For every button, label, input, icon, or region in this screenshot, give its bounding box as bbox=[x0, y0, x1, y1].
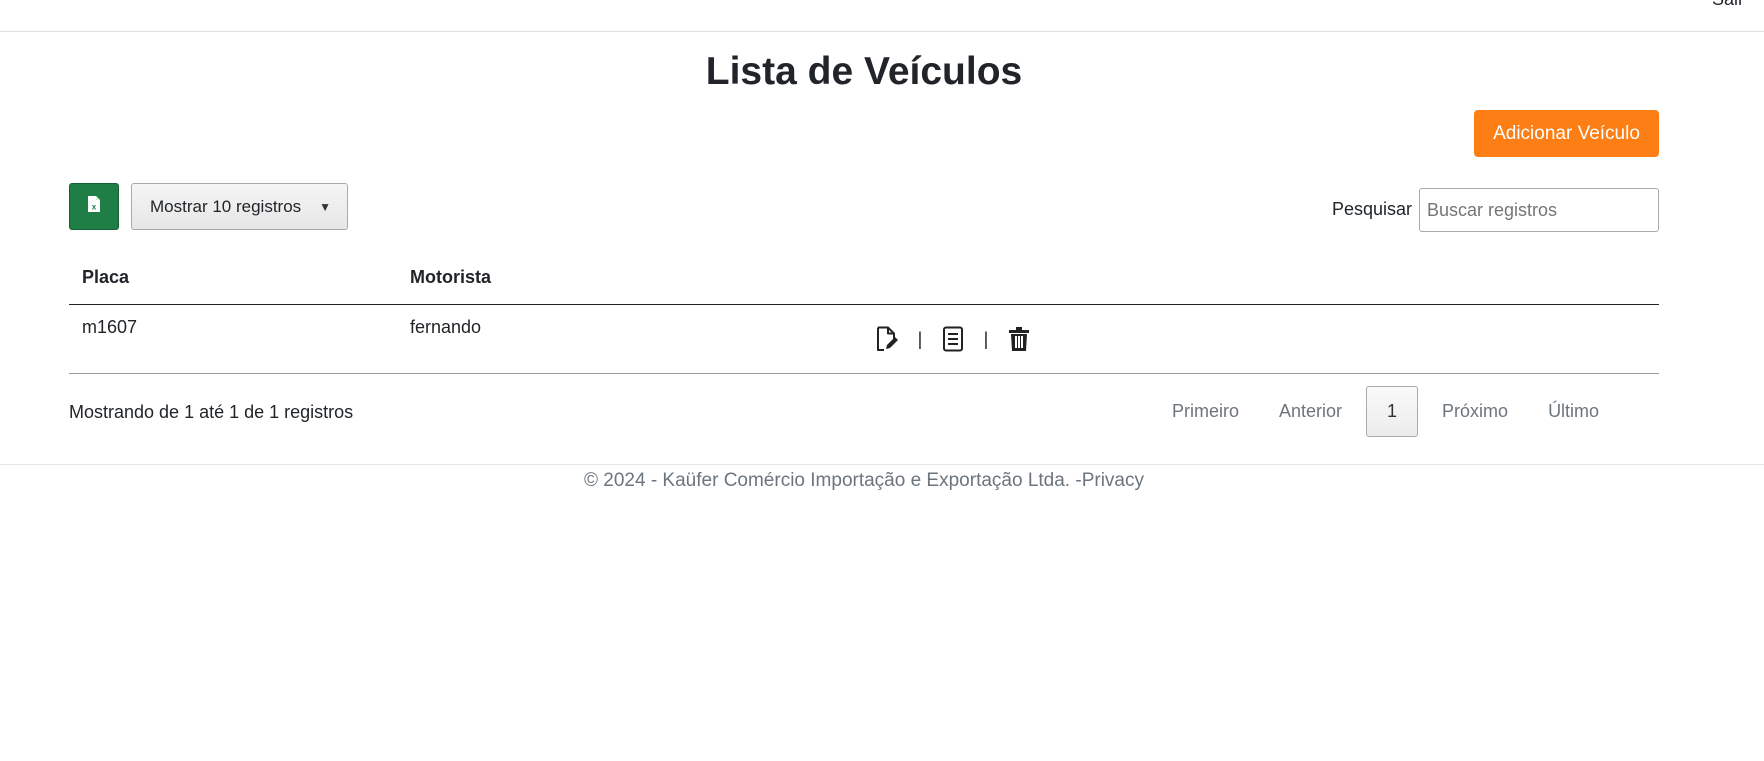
pagination-first[interactable]: Primeiro bbox=[1152, 386, 1259, 437]
search-input[interactable] bbox=[1419, 188, 1659, 232]
details-document-icon[interactable] bbox=[940, 325, 966, 353]
copyright-text: © 2024 - Kaüfer Comércio Importação e Ex… bbox=[584, 470, 1082, 491]
table-header-row: Placa Motorista bbox=[69, 258, 1659, 305]
cell-placa: m1607 bbox=[82, 317, 138, 337]
export-excel-button[interactable]: x bbox=[69, 183, 119, 230]
cell-motorista: fernando bbox=[410, 317, 482, 337]
logout-link[interactable]: Sair bbox=[1712, 0, 1744, 10]
action-separator: | bbox=[983, 328, 989, 349]
page-length-label: Mostrar 10 registros bbox=[150, 196, 302, 216]
privacy-link[interactable]: Privacy bbox=[1082, 470, 1144, 491]
table-info-text: Mostrando de 1 até 1 de 1 registros bbox=[69, 402, 354, 422]
edit-document-icon[interactable] bbox=[874, 325, 900, 353]
column-header-placa[interactable]: Placa bbox=[82, 267, 129, 288]
table-row: m1607 fernando | | bbox=[69, 305, 1659, 374]
pagination-next[interactable]: Próximo bbox=[1422, 386, 1528, 437]
svg-text:x: x bbox=[92, 203, 97, 212]
footer-text: © 2024 - Kaüfer Comércio Importação e Ex… bbox=[0, 470, 1728, 492]
top-navbar: Sair bbox=[0, 0, 1764, 32]
pagination-current-page[interactable]: 1 bbox=[1366, 386, 1419, 437]
row-actions: | | bbox=[874, 325, 1032, 353]
pagination-previous[interactable]: Anterior bbox=[1259, 386, 1362, 437]
pagination: Primeiro Anterior 1 Próximo Último bbox=[1152, 386, 1619, 437]
trash-icon[interactable] bbox=[1006, 325, 1032, 353]
page-length-dropdown[interactable]: Mostrar 10 registros ▼ bbox=[131, 183, 348, 230]
excel-file-icon: x bbox=[87, 195, 101, 218]
footer: © 2024 - Kaüfer Comércio Importação e Ex… bbox=[0, 464, 1764, 505]
column-header-motorista[interactable]: Motorista bbox=[410, 267, 491, 288]
vehicles-table: Placa Motorista m1607 fernando | | bbox=[69, 258, 1659, 374]
page-title: Lista de Veículos bbox=[705, 50, 1023, 93]
add-vehicle-button[interactable]: Adicionar Veículo bbox=[1474, 110, 1659, 157]
caret-down-icon: ▼ bbox=[319, 199, 331, 214]
search-label: Pesquisar bbox=[1332, 199, 1413, 219]
pagination-last[interactable]: Último bbox=[1528, 386, 1619, 437]
action-separator: | bbox=[917, 328, 923, 349]
